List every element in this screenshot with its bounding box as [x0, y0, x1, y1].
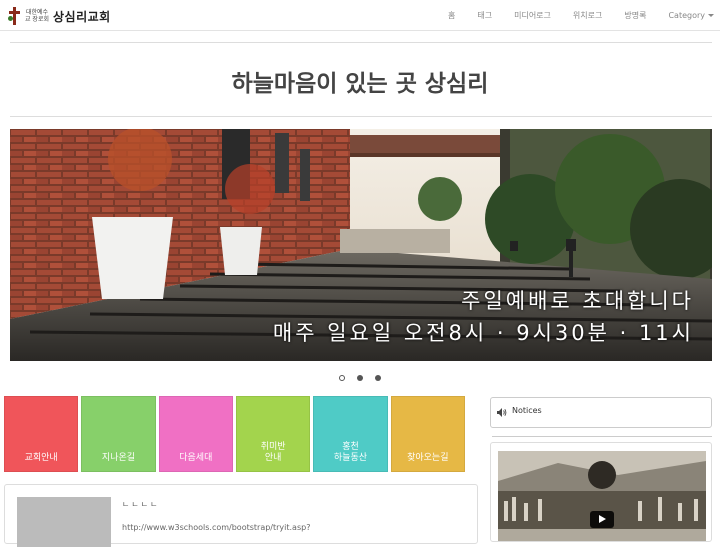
site-title: 하늘마음이 있는 곳 상심리: [231, 71, 489, 97]
video-player[interactable]: [498, 451, 706, 541]
cross-logo-icon: [8, 7, 20, 25]
tile-history[interactable]: 지나온길: [81, 396, 156, 472]
navbar: 대한예수교 장로회 상심리교회 홈 태그 미디어로그 위치로그 방명록 Cate…: [0, 0, 720, 31]
nav-item-guestbook[interactable]: 방명록: [624, 10, 646, 21]
tile-label: 교회안내: [24, 453, 58, 463]
post-title[interactable]: ㄴㄴㄴㄴ: [122, 499, 159, 510]
carousel-caption-title: 주일예배로 초대합니다: [461, 289, 694, 313]
notices-title: Notices: [512, 406, 542, 415]
nav-item-tag[interactable]: 태그: [477, 10, 492, 21]
tile-church-info[interactable]: 교회안내: [4, 396, 79, 472]
speaker-icon: [497, 408, 507, 417]
tile-hobby-class[interactable]: 취미반 안내: [235, 396, 311, 472]
tile-label: 찾아오는길: [407, 453, 449, 463]
nav-item-locationlog[interactable]: 위치로그: [573, 10, 602, 21]
nav-menu: 홈 태그 미디어로그 위치로그 방명록 Category: [426, 0, 714, 31]
brand-logo[interactable]: 대한예수교 장로회 상심리교회: [8, 6, 111, 26]
nav-item-category[interactable]: Category: [668, 11, 714, 20]
tile-directions[interactable]: 찾아오는길: [390, 396, 465, 472]
carousel-indicator-2[interactable]: [357, 375, 363, 381]
tile-next-generation[interactable]: 다음세대: [158, 396, 233, 472]
tile-label: 다음세대: [179, 453, 213, 463]
post-thumbnail[interactable]: [17, 497, 111, 547]
tile-label: 홍천 하늘동산: [333, 442, 368, 463]
tile-hongcheon-garden[interactable]: 홍천 하늘동산: [313, 396, 388, 472]
post-card[interactable]: ㄴㄴㄴㄴ http://www.w3schools.com/bootstrap/…: [4, 484, 478, 547]
post-link[interactable]: http://www.w3schools.com/bootstrap/tryit…: [122, 523, 310, 532]
carousel-indicator-1[interactable]: [339, 375, 345, 381]
tile-label: 취미반 안내: [260, 442, 286, 463]
nav-item-medialog[interactable]: 미디어로그: [514, 10, 551, 21]
sidebar-divider: [492, 436, 712, 437]
brand-subtitle: 대한예수교 장로회: [25, 9, 49, 23]
carousel[interactable]: 주일예배로 초대합니다 매주 일요일 오전8시 · 9시30분 · 11시: [10, 129, 712, 361]
tile-label: 지나온길: [101, 453, 136, 463]
carousel-indicators: [0, 375, 720, 381]
carousel-indicator-3[interactable]: [375, 375, 381, 381]
header-divider-top: [10, 42, 712, 43]
header-divider-bottom: [10, 116, 712, 117]
caret-down-icon: [708, 14, 714, 17]
carousel-caption-subtitle: 매주 일요일 오전8시 · 9시30분 · 11시: [272, 321, 694, 345]
brand-name: 상심리교회: [53, 9, 111, 24]
video-card: [490, 442, 712, 542]
category-label: Category: [668, 11, 705, 20]
nav-item-home[interactable]: 홈: [448, 10, 455, 21]
menu-tiles: 교회안내 지나온길 다음세대 취미반 안내 홍천 하늘동산 찾아오는길: [4, 396, 468, 472]
play-icon[interactable]: [590, 511, 614, 528]
notices-panel[interactable]: Notices: [490, 397, 712, 428]
